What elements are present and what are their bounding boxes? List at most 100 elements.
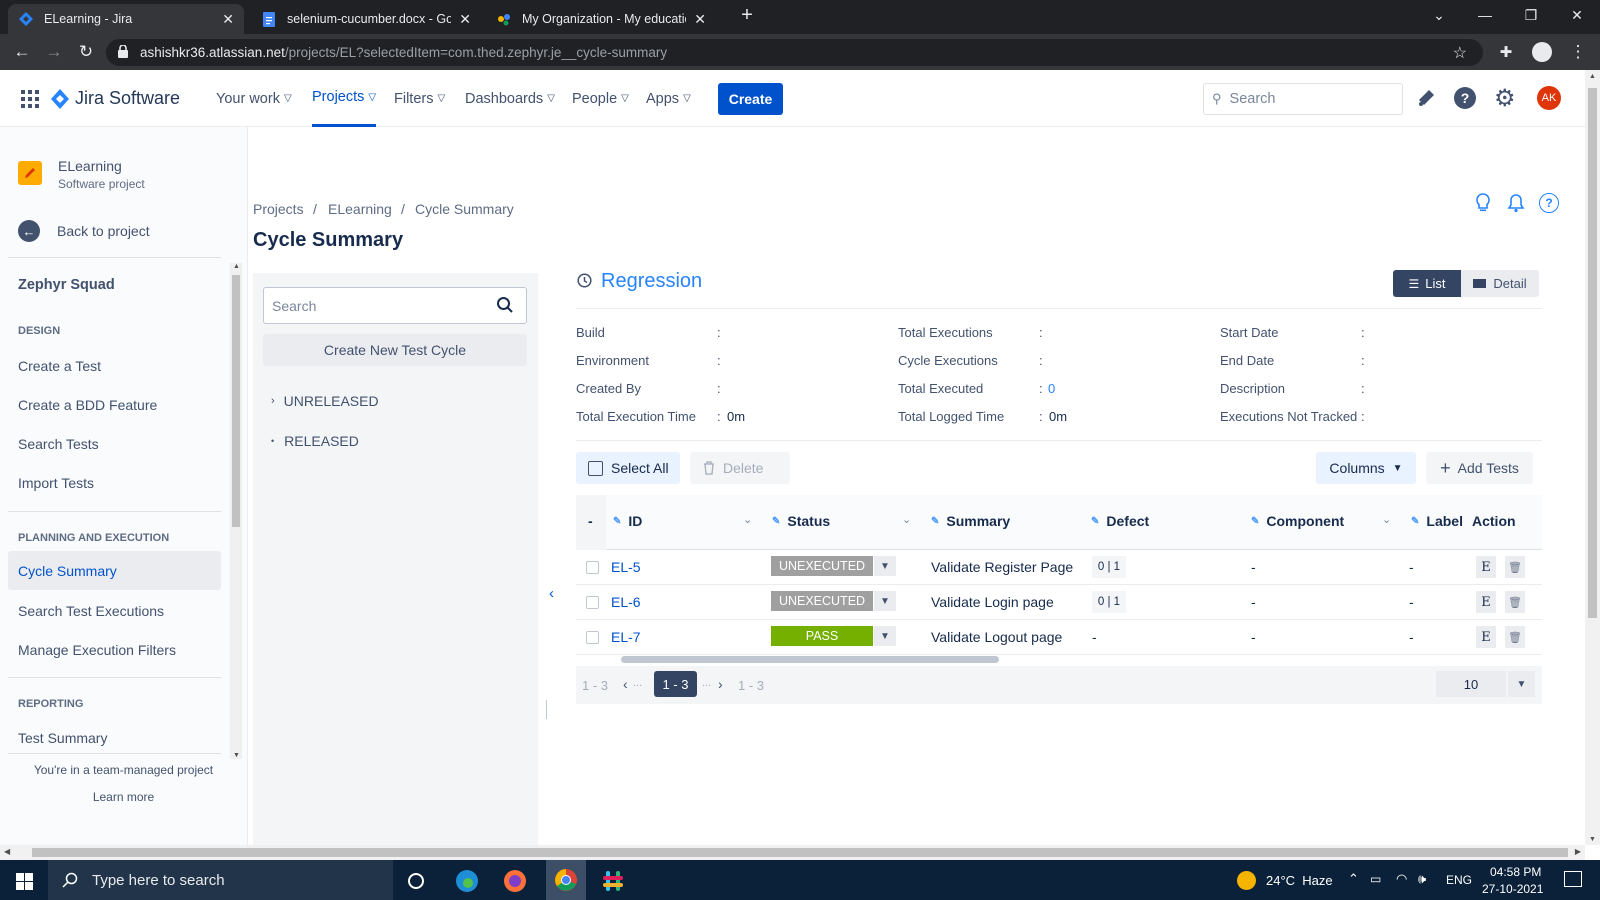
table-horizontal-scrollbar[interactable] bbox=[621, 656, 999, 663]
tab-elearning-jira[interactable]: ELearning - Jira ✕ bbox=[8, 4, 244, 34]
battery-icon[interactable]: ▭ bbox=[1370, 872, 1381, 886]
sidebar-item-manage-execution-filters[interactable]: Manage Execution Filters bbox=[18, 642, 176, 658]
clock-date[interactable]: 27-10-2021 bbox=[1482, 882, 1543, 896]
help-circle-icon[interactable]: ? bbox=[1539, 193, 1559, 213]
status-dropdown-chevron-icon[interactable]: ▼ bbox=[874, 556, 896, 576]
header-defect[interactable]: ✎ Defect bbox=[1091, 513, 1149, 529]
delete-button[interactable]: Delete bbox=[690, 452, 790, 484]
close-tab-icon[interactable]: ✕ bbox=[459, 11, 471, 28]
create-button[interactable]: Create bbox=[718, 83, 783, 115]
close-tab-icon[interactable]: ✕ bbox=[222, 11, 234, 28]
back-arrow-icon[interactable]: ← bbox=[10, 40, 34, 64]
scroll-right-icon[interactable]: ▶ bbox=[1575, 847, 1581, 856]
sidebar-item-search-test-executions[interactable]: Search Test Executions bbox=[18, 603, 164, 619]
field-value-total-executed[interactable]: 0 bbox=[1048, 381, 1055, 396]
nav-projects[interactable]: Projects ▽ bbox=[312, 70, 377, 127]
help-icon[interactable]: ? bbox=[1454, 87, 1476, 109]
settings-gear-icon[interactable]: ⚙ bbox=[1494, 84, 1516, 113]
header-label-col[interactable]: ✎ Label bbox=[1411, 513, 1463, 529]
next-page-chevron-icon[interactable]: › bbox=[718, 676, 723, 692]
row-id-link[interactable]: EL-7 bbox=[611, 629, 641, 645]
page-size-select[interactable]: 10 bbox=[1436, 671, 1506, 697]
execute-action-button[interactable]: E bbox=[1476, 626, 1496, 648]
nav-apps[interactable]: Apps ▽ bbox=[646, 70, 691, 127]
show-hidden-icons-chevron-icon[interactable]: ⌃ bbox=[1348, 871, 1359, 887]
tree-search-input[interactable]: Search bbox=[263, 287, 527, 324]
global-search-input[interactable]: ⚲ Search bbox=[1203, 83, 1403, 115]
list-view-button[interactable]: ☰ List bbox=[1393, 270, 1461, 297]
breadcrumb-elearning[interactable]: ELearning bbox=[328, 201, 392, 217]
execute-action-button[interactable]: E bbox=[1476, 591, 1496, 613]
language-indicator[interactable]: ENG bbox=[1446, 873, 1472, 887]
collapse-panel-chevron-icon[interactable]: ‹ bbox=[549, 585, 554, 602]
weather-text[interactable]: 24°C Haze bbox=[1266, 873, 1333, 888]
header-component[interactable]: ✎ Component bbox=[1251, 513, 1344, 529]
add-tests-button[interactable]: + Add Tests bbox=[1426, 452, 1533, 484]
execute-action-button[interactable]: E bbox=[1476, 556, 1496, 578]
select-all-button[interactable]: Select All bbox=[576, 452, 680, 484]
row-id-link[interactable]: EL-6 bbox=[611, 594, 641, 610]
page-size-chevron-icon[interactable]: ▼ bbox=[1508, 671, 1535, 697]
panel-resize-handle[interactable] bbox=[546, 700, 547, 719]
detail-view-button[interactable]: Detail bbox=[1461, 270, 1539, 297]
defect-count[interactable]: 0 | 1 bbox=[1092, 591, 1126, 613]
task-view-icon[interactable] bbox=[400, 865, 432, 897]
tab-my-organization[interactable]: My Organization - My education ✕ bbox=[486, 4, 716, 34]
prev-page-chevron-icon[interactable]: ‹ bbox=[623, 676, 628, 692]
bell-icon[interactable] bbox=[1507, 193, 1525, 213]
defect-count[interactable]: 0 | 1 bbox=[1092, 556, 1126, 578]
minimize-icon[interactable]: — bbox=[1462, 0, 1508, 30]
nav-dashboards[interactable]: Dashboards ▽ bbox=[465, 70, 555, 127]
sidebar-item-test-summary[interactable]: Test Summary bbox=[18, 730, 107, 746]
sidebar-item-create-bdd-feature[interactable]: Create a BDD Feature bbox=[18, 397, 157, 413]
sidebar-item-create-test[interactable]: Create a Test bbox=[18, 358, 101, 374]
browser-menu-icon[interactable]: ⋮ bbox=[1566, 40, 1590, 64]
header-summary[interactable]: ✎ Summary bbox=[931, 513, 1010, 529]
row-checkbox[interactable] bbox=[586, 561, 599, 574]
scroll-down-icon[interactable]: ▼ bbox=[233, 752, 240, 759]
slack-icon[interactable] bbox=[597, 865, 629, 897]
chrome-icon[interactable] bbox=[546, 860, 586, 900]
firefox-icon[interactable] bbox=[499, 865, 531, 897]
status-badge[interactable]: UNEXECUTED bbox=[771, 556, 873, 576]
cycle-refresh-icon[interactable] bbox=[576, 272, 593, 289]
breadcrumb-projects[interactable]: Projects bbox=[253, 201, 304, 217]
notification-center-icon[interactable] bbox=[1564, 871, 1582, 887]
restore-icon[interactable]: ❐ bbox=[1508, 0, 1554, 30]
pin-icon[interactable]: ✎ bbox=[772, 516, 780, 527]
sort-chevron-icon[interactable]: ⌄ bbox=[1382, 513, 1391, 526]
bookmark-star-icon[interactable]: ☆ bbox=[1453, 43, 1467, 63]
scroll-left-icon[interactable]: ◀ bbox=[4, 847, 10, 856]
header-id[interactable]: ✎ ID bbox=[613, 513, 642, 529]
window-close-icon[interactable]: ✕ bbox=[1554, 0, 1600, 30]
weather-sun-icon[interactable] bbox=[1237, 871, 1256, 890]
back-to-project-link[interactable]: ← Back to project bbox=[18, 220, 150, 242]
volume-icon[interactable]: 🕪 bbox=[1418, 871, 1426, 887]
sidebar-item-import-tests[interactable]: Import Tests bbox=[18, 475, 94, 491]
delete-row-trash-icon[interactable]: 🗑 bbox=[1505, 591, 1525, 613]
pin-icon[interactable]: ✎ bbox=[1091, 516, 1099, 527]
profile-avatar-icon[interactable] bbox=[1530, 40, 1554, 64]
delete-row-trash-icon[interactable]: 🗑 bbox=[1505, 556, 1525, 578]
scroll-down-icon[interactable]: ▼ bbox=[1589, 836, 1596, 843]
table-row[interactable]: EL-5 UNEXECUTED ▼ Validate Register Page… bbox=[576, 550, 1542, 585]
scrollbar-thumb[interactable] bbox=[232, 275, 240, 527]
sidebar-item-search-tests[interactable]: Search Tests bbox=[18, 436, 99, 452]
pin-icon[interactable]: ✎ bbox=[1411, 516, 1419, 527]
status-dropdown-chevron-icon[interactable]: ▼ bbox=[874, 591, 896, 611]
table-row[interactable]: EL-7 PASS ▼ Validate Logout page - - - E… bbox=[576, 620, 1542, 655]
tree-node-unreleased[interactable]: › UNRELEASED bbox=[271, 393, 379, 409]
wifi-icon[interactable]: ◠ bbox=[1396, 871, 1407, 887]
header-status[interactable]: ✎ Status bbox=[772, 513, 830, 529]
scrollbar-thumb[interactable] bbox=[1588, 88, 1597, 618]
status-badge[interactable]: PASS bbox=[771, 626, 873, 646]
taskbar-search-input[interactable]: Type here to search bbox=[48, 860, 393, 900]
tree-node-released[interactable]: • RELEASED bbox=[271, 433, 359, 449]
sort-chevron-icon[interactable]: ⌄ bbox=[902, 513, 911, 526]
clock-time[interactable]: 04:58 PM bbox=[1490, 865, 1541, 879]
page-horizontal-scrollbar[interactable]: ◀ ▶ bbox=[0, 845, 1585, 860]
jira-logo[interactable]: Jira Software bbox=[51, 88, 180, 109]
pin-icon[interactable]: ✎ bbox=[931, 516, 939, 527]
sidebar-item-cycle-summary[interactable]: Cycle Summary bbox=[8, 551, 221, 590]
nav-people[interactable]: People ▽ bbox=[572, 70, 629, 127]
